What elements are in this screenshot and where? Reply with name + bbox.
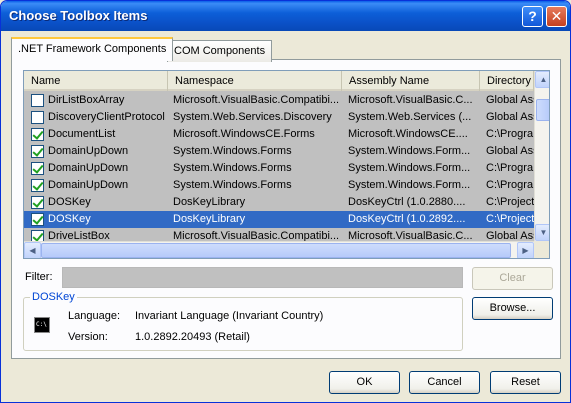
table-row[interactable]: DOSKey DosKeyLibrary DosKeyCtrl (1.0.2892.… (24, 211, 534, 228)
cancel-button[interactable]: Cancel (409, 371, 480, 394)
cell-namespace: DosKeyLibrary (173, 213, 246, 225)
cell-namespace: DosKeyLibrary (173, 196, 246, 208)
table-row[interactable]: DirListBoxArray Microsoft.VisualBasic.Com… (24, 92, 534, 109)
table-row[interactable]: DomainUpDown System.Windows.Forms System.W… (24, 160, 534, 177)
components-list[interactable]: Name Namespace Assembly Name Directory D… (23, 70, 550, 259)
language-value: Invariant Language (Invariant Country) (135, 310, 324, 322)
details-title: DOSKey (30, 291, 77, 303)
cell-directory: C:\Project (486, 213, 534, 225)
cell-assembly: System.Windows.Form... (348, 145, 471, 157)
cell-directory: C:\Progra (486, 162, 534, 174)
filter-input[interactable] (62, 267, 463, 288)
cell-directory: Global Ass (486, 94, 534, 106)
row-checkbox[interactable] (31, 111, 44, 124)
dialog-window: Choose Toolbox Items ? ✕ .NET Framework … (0, 0, 571, 403)
help-icon[interactable]: ? (522, 6, 543, 27)
table-row[interactable]: DomainUpDown System.Windows.Forms System.W… (24, 143, 534, 160)
scroll-corner (534, 241, 549, 258)
scroll-right-icon[interactable]: ▶ (517, 242, 534, 258)
scroll-left-icon[interactable]: ◀ (24, 242, 41, 258)
vertical-scrollbar[interactable]: ▲ ▼ (534, 71, 549, 241)
cell-directory: Global Ass (486, 111, 534, 123)
cell-directory: C:\Project (486, 196, 534, 208)
ok-button[interactable]: OK (329, 371, 400, 394)
cell-assembly: DosKeyCtrl (1.0.2880.... (348, 196, 466, 208)
cell-namespace: System.Windows.Forms (173, 162, 292, 174)
scroll-up-icon[interactable]: ▲ (535, 71, 549, 88)
row-checkbox[interactable] (31, 145, 44, 158)
cell-assembly: System.Windows.Form... (348, 162, 471, 174)
row-checkbox[interactable] (31, 196, 44, 209)
cell-namespace: System.Windows.Forms (173, 145, 292, 157)
horizontal-scroll-thumb[interactable] (41, 243, 511, 258)
reset-button[interactable]: Reset (490, 371, 561, 394)
cell-assembly: Microsoft.VisualBasic.C... (348, 94, 473, 106)
browse-button[interactable]: Browse... (472, 297, 553, 320)
filter-label: Filter: (25, 271, 53, 283)
row-checkbox[interactable] (31, 213, 44, 226)
list-rows: DirListBoxArray Microsoft.VisualBasic.Com… (24, 92, 534, 245)
cell-namespace: System.Web.Services.Discovery (173, 111, 332, 123)
column-header-name[interactable]: Name (24, 71, 168, 91)
cell-namespace: Microsoft.VisualBasic.Compatibi... (173, 94, 340, 106)
title-bar[interactable]: Choose Toolbox Items ? ✕ (1, 1, 570, 31)
version-label: Version: (68, 331, 108, 343)
column-header-directory[interactable]: Directory (480, 71, 534, 91)
cell-name: DiscoveryClientProtocol (48, 111, 165, 123)
cell-namespace: System.Windows.Forms (173, 179, 292, 191)
table-row[interactable]: DOSKey DosKeyLibrary DosKeyCtrl (1.0.2880.… (24, 194, 534, 211)
tab-com-components[interactable]: COM Components (167, 40, 273, 62)
row-checkbox[interactable] (31, 162, 44, 175)
cell-name: DOSKey (48, 213, 91, 225)
column-header-assembly[interactable]: Assembly Name (342, 71, 480, 91)
cell-directory: C:\Progra (486, 179, 534, 191)
tab-net-framework[interactable]: .NET Framework Components (11, 37, 174, 61)
cell-assembly: System.Web.Services (... (348, 111, 472, 123)
horizontal-scrollbar[interactable]: ◀ ▶ (24, 241, 534, 258)
table-row[interactable]: DocumentList Microsoft.WindowsCE.Forms Mic… (24, 126, 534, 143)
column-header-namespace[interactable]: Namespace (168, 71, 342, 91)
list-header: Name Namespace Assembly Name Directory (24, 71, 534, 91)
vertical-scroll-thumb[interactable] (536, 99, 549, 121)
scroll-down-icon[interactable]: ▼ (535, 224, 549, 241)
cell-name: DomainUpDown (48, 162, 129, 174)
table-row[interactable]: DomainUpDown System.Windows.Forms System.W… (24, 177, 534, 194)
cell-name: DocumentList (48, 128, 116, 140)
cell-name: DomainUpDown (48, 145, 129, 157)
cell-directory: Global Ass (486, 145, 534, 157)
cell-assembly: DosKeyCtrl (1.0.2892.... (348, 213, 466, 225)
cell-name: DomainUpDown (48, 179, 129, 191)
console-icon: C:\ (34, 317, 50, 333)
cell-name: DOSKey (48, 196, 91, 208)
language-label: Language: (68, 310, 120, 322)
row-checkbox[interactable] (31, 128, 44, 141)
cell-name: DirListBoxArray (48, 94, 125, 106)
version-value: 1.0.2892.20493 (Retail) (135, 331, 250, 343)
window-title: Choose Toolbox Items (9, 8, 148, 23)
cell-assembly: System.Windows.Form... (348, 179, 471, 191)
clear-button[interactable]: Clear (472, 267, 553, 290)
row-checkbox[interactable] (31, 94, 44, 107)
cell-directory: C:\Progra (486, 128, 534, 140)
close-icon[interactable]: ✕ (546, 6, 567, 27)
row-checkbox[interactable] (31, 179, 44, 192)
cell-namespace: Microsoft.WindowsCE.Forms (173, 128, 315, 140)
cell-assembly: Microsoft.WindowsCE.... (348, 128, 468, 140)
table-row[interactable]: DiscoveryClientProtocol System.Web.Servic… (24, 109, 534, 126)
